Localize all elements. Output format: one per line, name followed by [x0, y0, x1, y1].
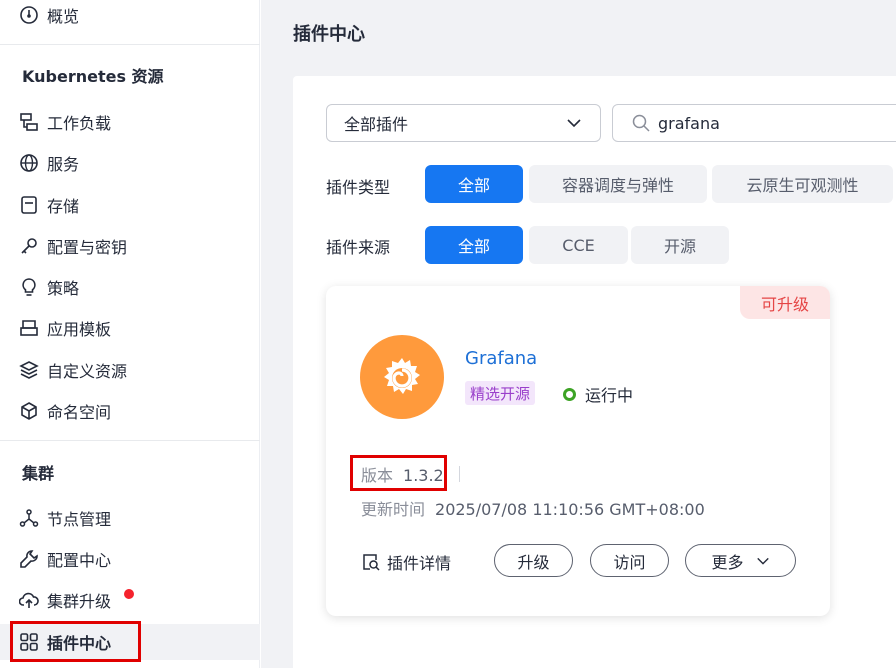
more-button[interactable]: 更多 [685, 544, 796, 577]
plugin-name-link[interactable]: Grafana [465, 348, 537, 369]
updated-time-info: 更新时间 2025/07/08 11:10:56 GMT+08:00 [361, 496, 705, 520]
type-chip-all[interactable]: 全部 [425, 165, 523, 203]
globe-icon [18, 152, 40, 174]
status-text: 运行中 [585, 386, 634, 405]
more-label: 更多 [711, 552, 744, 572]
sidebar-item-label: 配置与密钥 [47, 238, 128, 257]
source-chip-all[interactable]: 全部 [425, 226, 523, 264]
type-chip-observability[interactable]: 云原生可观测性 [712, 165, 893, 203]
sidebar-item-label: 工作负载 [47, 114, 112, 133]
type-chip-scheduling[interactable]: 容器调度与弹性 [529, 165, 707, 203]
sidebar-item-workload[interactable]: 工作负载 [0, 104, 260, 140]
search-input[interactable]: grafana [612, 104, 896, 142]
sidebar-item-config-secret[interactable]: 配置与密钥 [0, 228, 260, 264]
sidebar-item-label: 配置中心 [47, 551, 112, 570]
sidebar-item-overview[interactable]: 概览 [0, 0, 260, 33]
storage-icon [18, 194, 40, 216]
upgradable-badge: 可升级 [740, 286, 830, 319]
layers-icon [18, 359, 40, 381]
sidebar-item-service[interactable]: 服务 [0, 145, 260, 181]
sidebar-item-label: 应用模板 [47, 320, 112, 339]
status-dot-icon [563, 387, 576, 401]
sidebar-item-label: 策略 [47, 279, 80, 298]
workload-icon [18, 111, 40, 133]
source-chip-cce[interactable]: CCE [529, 226, 628, 264]
sidebar-item-app-template[interactable]: 应用模板 [0, 310, 260, 346]
wrench-icon [18, 548, 40, 570]
divider [459, 466, 460, 482]
divider [0, 440, 260, 441]
sidebar-item-policy[interactable]: 策略 [0, 269, 260, 305]
search-icon [631, 113, 651, 133]
plugin-details-link[interactable]: 插件详情 [361, 550, 451, 574]
template-icon [18, 317, 40, 339]
details-icon [363, 554, 380, 571]
cloud-upload-icon [18, 589, 40, 611]
sidebar-item-config-center[interactable]: 配置中心 [0, 541, 260, 577]
nodes-icon [18, 507, 40, 529]
sidebar-item-label: 节点管理 [47, 510, 112, 529]
sidebar-item-namespace[interactable]: 命名空间 [0, 393, 260, 429]
chevron-down-icon [566, 115, 582, 135]
visit-button[interactable]: 访问 [590, 544, 669, 577]
sidebar-item-label: 命名空间 [47, 403, 112, 422]
updated-value: 2025/07/08 11:10:56 GMT+08:00 [435, 500, 705, 519]
search-value: grafana [658, 113, 720, 133]
plugin-category-select[interactable]: 全部插件 [326, 104, 601, 142]
main-content: 插件中心 全部插件 grafana 插件类型 全部 容器调度与弹性 云原生可观测… [261, 0, 896, 668]
sidebar-item-label: 自定义资源 [47, 362, 128, 381]
status-indicator: 运行中 [563, 382, 633, 406]
details-label: 插件详情 [387, 554, 452, 573]
section-title-k8s: Kubernetes 资源 [22, 67, 164, 86]
plugin-card[interactable]: 可升级 Grafana 精选开源 运行中 版本 1.3.2 更新时间 2025/… [326, 286, 830, 616]
sidebar-item-label: 集群升级 [47, 592, 112, 611]
select-value: 全部插件 [344, 115, 409, 134]
divider [0, 44, 260, 45]
sidebar-item-node-management[interactable]: 节点管理 [0, 500, 260, 536]
plugin-type-label: 插件类型 [326, 178, 391, 197]
page-title: 插件中心 [293, 24, 365, 45]
upgrade-button[interactable]: 升级 [494, 544, 573, 577]
updated-label: 更新时间 [361, 500, 426, 519]
key-icon [18, 235, 40, 257]
grafana-logo-icon [360, 335, 444, 419]
dashboard-icon [18, 4, 40, 26]
source-chip-open-source[interactable]: 开源 [631, 226, 729, 264]
sidebar: 概览 Kubernetes 资源 工作负载 服务 存储 配置与密钥 策略 应用模… [0, 0, 260, 668]
sidebar-item-label: 概览 [47, 7, 80, 26]
sidebar-item-label: 服务 [47, 155, 80, 174]
sidebar-item-custom-resource[interactable]: 自定义资源 [0, 352, 260, 388]
section-title-cluster: 集群 [22, 464, 55, 483]
sidebar-item-storage[interactable]: 存储 [0, 187, 260, 223]
featured-tag: 精选开源 [465, 381, 536, 405]
highlight-box [350, 455, 447, 491]
sidebar-item-cluster-upgrade[interactable]: 集群升级 [0, 582, 260, 618]
sidebar-item-label: 存储 [47, 197, 80, 216]
plugin-source-label: 插件来源 [326, 238, 391, 257]
chevron-down-icon [756, 557, 769, 565]
plugin-panel: 全部插件 grafana 插件类型 全部 容器调度与弹性 云原生可观测性 插件来… [293, 76, 896, 668]
lightbulb-icon [18, 276, 40, 298]
notification-dot [124, 589, 134, 599]
highlight-box [10, 621, 141, 662]
cube-icon [18, 400, 40, 422]
